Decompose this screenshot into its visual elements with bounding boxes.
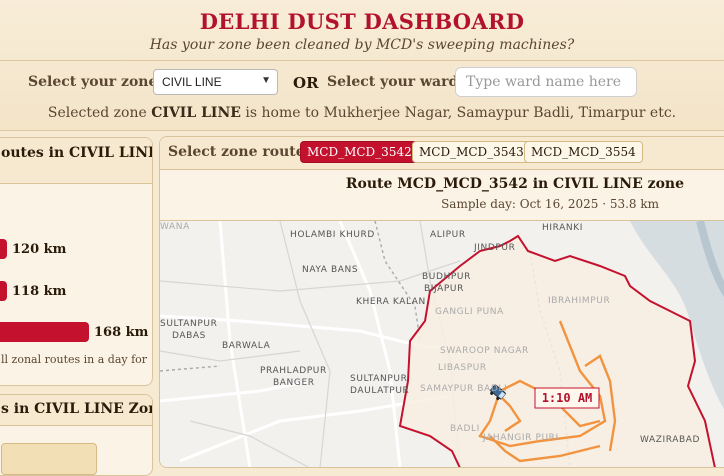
route-selector-label: Select zone route: [168,144,310,160]
zone-select[interactable]: CIVIL LINE ▼ [153,69,278,95]
route-map[interactable]: 1:10 AM WANA HOLAMBI KHURD ALIPUR HIRANK… [160,220,724,468]
time-label: 1:10 AM [542,391,593,405]
zone-info-suffix: is home to Mukherjee Nagar, Samaypur Bad… [245,105,677,121]
zone-info-prefix: Selected zone [47,105,147,121]
zone-info-zone: CIVIL LINE [151,105,241,121]
route-bar-value: 168 km [94,325,149,340]
place-label: SAMAYPUR BADLI [420,384,507,394]
or-label: OR [293,74,319,92]
zone-info: Selected zone CIVIL LINE is home to Mukh… [0,105,724,121]
place-label: JAHANGIR PURI [482,433,559,443]
header: DELHI DUST DASHBOARD Has your zone been … [0,0,724,131]
chevron-down-icon: ▼ [261,75,271,86]
place-label: DAULATPUR [350,386,409,396]
place-label: SWAROOP NAGAR [440,346,529,356]
route-bar[interactable] [0,281,7,301]
place-label: SULTANPUR [160,319,217,329]
zone-routes-header: outes in CIVIL LINE [0,138,152,184]
zone-label: Select your zone: [28,74,163,90]
place-label: DABAS [172,331,206,341]
place-label: IBRAHIMPUR [548,296,610,306]
route-title: Route MCD_MCD_3542 in CIVIL LINE zone [345,176,684,192]
place-label: HIRANKI [542,223,583,233]
place-label: LIBASPUR [438,363,487,373]
route-bar[interactable] [0,239,7,259]
place-label: BADLI [450,424,480,434]
place-label: KHERA KALAN [356,297,426,307]
place-label: BANGER [273,378,315,388]
route-button-3542[interactable]: MCD_MCD_3542 [300,141,419,163]
zone-select-value: CIVIL LINE [162,75,222,89]
place-label: HOLAMBI KHURD [290,230,375,240]
route-bar-value: 118 km [12,284,67,299]
place-label: WAZIRABAD [640,435,700,445]
ward-input-placeholder: Type ward name here [466,74,622,90]
routes-note: ll zonal routes in a day for [1,353,148,366]
page-title: DELHI DUST DASHBOARD [199,9,525,34]
divider [0,60,724,61]
ward-label: Select your ward: [327,74,464,90]
place-label: WANA [160,222,190,232]
route-panel: Select zone route: MCD_MCD_3542 MCD_MCD_… [159,136,724,468]
place-label: BIJAPUR [424,284,464,294]
ward-search-input[interactable]: Type ward name here [455,67,637,97]
place-label: SULTANPUR [350,374,407,384]
route-button-3554[interactable]: MCD_MCD_3554 [524,141,643,163]
place-label: NAYA BANS [302,265,358,275]
zone-wards-panel: s in CIVIL LINE Zone [0,394,153,476]
place-label: ALIPUR [430,230,466,240]
zone-routes-panel: outes in CIVIL LINE 120 km 118 km 168 km… [0,137,153,386]
place-label: GANGLI PUNA [435,307,504,317]
place-label: JINDPUR [473,243,515,253]
place-label: BUDHPUR [422,272,471,282]
place-label: BARWALA [222,341,271,351]
route-bar[interactable] [0,322,89,342]
zone-routes-title: outes in CIVIL LINE [1,145,153,161]
time-badge: 1:10 AM [534,387,600,409]
zone-wards-header: s in CIVIL LINE Zone [0,395,152,426]
map-canvas[interactable]: 1:10 AM WANA HOLAMBI KHURD ALIPUR HIRANK… [160,221,724,468]
route-button-3543[interactable]: MCD_MCD_3543 [412,141,531,163]
route-selector: Select zone route: MCD_MCD_3542 MCD_MCD_… [160,137,724,170]
ward-chip[interactable] [1,443,97,475]
route-bar-value: 120 km [12,242,67,257]
page-subtitle: Has your zone been cleaned by MCD's swee… [149,37,575,53]
route-subtitle: Sample day: Oct 16, 2025 · 53.8 km [441,197,659,211]
place-label: PRAHLADPUR [260,366,327,376]
zone-wards-title: s in CIVIL LINE Zone [1,401,153,417]
